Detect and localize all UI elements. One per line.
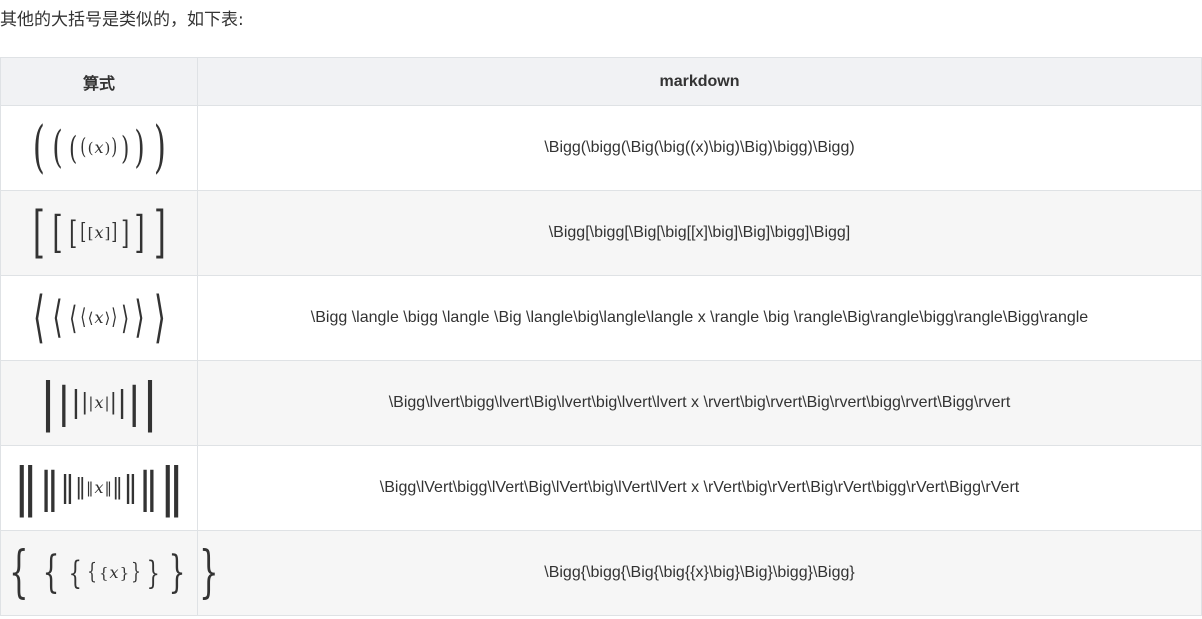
close-delimiter: ⟩ [121, 299, 130, 337]
formula-cell: ‖ ‖ ‖ ‖ ‖ x ‖ ‖ ‖ ‖ ‖ [0, 445, 198, 531]
formula-variable: x [94, 393, 104, 412]
table-row: (((((x))))) \Bigg(\bigg(\Big(\big((x)\big… [0, 105, 1202, 191]
close-delimiter: | [141, 373, 159, 433]
open-delimiter: ( [52, 122, 64, 173]
intro-text: 其他的大括号是类似的，如下表: [0, 10, 244, 30]
formula-cell: {{{{{x}}}}} [0, 530, 219, 616]
open-delimiter: ( [80, 135, 87, 160]
table-row: {{{{{x}}}}} \Bigg{\bigg{\Big{\big{{x}\big… [0, 530, 1202, 616]
markdown-cell: \Bigg[\bigg[\Big[\big[[x]\big]\Big]\bigg… [197, 190, 1202, 276]
close-delimiter: ⟩ [104, 308, 111, 327]
close-delimiter: ⟩ [134, 292, 146, 343]
open-delimiter: | [81, 390, 89, 415]
markdown-cell: \Bigg(\bigg(\Big(\big((x)\big)\Big)\bigg… [197, 105, 1202, 191]
open-delimiter: { [87, 560, 97, 585]
formula-variable: x [94, 478, 104, 497]
open-delimiter: ⟨ [52, 292, 64, 343]
open-delimiter: ‖ [38, 463, 60, 512]
open-delimiter: ( [32, 115, 45, 180]
open-delimiter: ‖ [12, 458, 39, 518]
open-delimiter: [ [87, 223, 94, 242]
close-delimiter: ) [104, 138, 111, 157]
close-delimiter: ] [134, 207, 146, 258]
formula-render: [[[[[x]]]]] [28, 205, 171, 261]
markdown-cell: \Bigg{\bigg{\Big{\big{{x}\big}\Big}\bigg… [197, 530, 1202, 616]
open-delimiter: | [56, 378, 71, 427]
close-delimiter: } [146, 554, 160, 592]
open-delimiter: | [70, 385, 81, 420]
formula-variable: x [94, 138, 104, 157]
open-delimiter: | [88, 393, 94, 412]
open-delimiter: ⟨ [80, 305, 87, 330]
close-delimiter: } [199, 540, 220, 605]
open-delimiter: { [42, 547, 60, 598]
markdown-cell: \Bigg\lVert\bigg\lVert\Big\lVert\big\lVe… [197, 445, 1202, 531]
formula-cell: | | | | | x | | | | | [0, 360, 198, 446]
open-delimiter: ⟨ [87, 308, 94, 327]
open-delimiter: [ [52, 207, 64, 258]
formula-cell: (((((x))))) [0, 105, 198, 191]
open-delimiter: [ [32, 200, 45, 265]
close-delimiter: ‖ [123, 470, 139, 505]
open-delimiter: { [99, 563, 109, 582]
header-formula: 算式 [0, 57, 198, 106]
close-delimiter: ] [121, 214, 130, 252]
markdown-cell: \Bigg \langle \bigg \langle \Big \langle… [197, 275, 1202, 361]
open-delimiter: | [39, 373, 57, 433]
open-delimiter: ‖ [74, 475, 86, 500]
close-delimiter: } [119, 563, 130, 582]
close-delimiter: | [109, 390, 117, 415]
delimiter-table: 算式 markdown (((((x))))) \Bigg(\bigg(\Big(… [0, 57, 1202, 616]
close-delimiter: ⟩ [111, 305, 118, 330]
open-delimiter: { [68, 554, 82, 592]
open-delimiter: [ [68, 214, 77, 252]
formula-variable: x [94, 308, 104, 327]
table-header-row: 算式 markdown [0, 57, 1202, 106]
open-delimiter: ⟨ [32, 285, 45, 350]
markdown-cell: \Bigg\lvert\bigg\lvert\Big\lvert\big\lve… [197, 360, 1202, 446]
open-delimiter: ‖ [59, 470, 75, 505]
close-delimiter: ] [153, 200, 166, 265]
header-markdown: markdown [197, 57, 1202, 106]
formula-variable: x [94, 223, 104, 242]
formula-cell: ⟨ ⟨ ⟨ ⟨ ⟨ x ⟩ ⟩ ⟩ ⟩ ⟩ [0, 275, 198, 361]
close-delimiter: } [169, 547, 186, 598]
formula-render: ⟨ ⟨ ⟨ ⟨ ⟨ x ⟩ ⟩ ⟩ ⟩ ⟩ [28, 290, 171, 346]
close-delimiter: | [117, 385, 128, 420]
formula-variable: x [109, 563, 119, 582]
table-row: ⟨ ⟨ ⟨ ⟨ ⟨ x ⟩ ⟩ ⟩ ⟩ ⟩ \Bigg \langle \bigg \langle \… [0, 275, 1202, 361]
close-delimiter: ) [121, 129, 130, 167]
table-row: | | | | | x | | | | | \Bigg\lvert\bigg\lvert\Big\lv… [0, 360, 1202, 446]
close-delimiter: ‖ [112, 475, 124, 500]
close-delimiter: ⟩ [153, 285, 166, 350]
close-delimiter: ‖ [159, 458, 186, 518]
close-delimiter: ] [104, 223, 111, 242]
close-delimiter: ‖ [104, 478, 113, 497]
close-delimiter: ] [111, 220, 118, 245]
close-delimiter: ) [111, 135, 118, 160]
open-delimiter: [ [80, 220, 87, 245]
formula-render: ‖ ‖ ‖ ‖ ‖ x ‖ ‖ ‖ ‖ ‖ [13, 462, 185, 514]
formula-render: {{{{{x}}}}} [1, 545, 227, 601]
formula-render: | | | | | x | | | | | [39, 377, 159, 429]
open-delimiter: ( [87, 138, 94, 157]
close-delimiter: } [131, 560, 142, 585]
open-delimiter: ( [68, 129, 77, 167]
close-delimiter: ) [134, 122, 146, 173]
open-delimiter: { [9, 540, 29, 605]
open-delimiter: ‖ [85, 478, 94, 497]
table-row: [[[[[x]]]]] \Bigg[\bigg[\Big[\big[[x]\big… [0, 190, 1202, 276]
formula-render: (((((x))))) [28, 120, 171, 176]
close-delimiter: ) [153, 115, 166, 180]
formula-cell: [[[[[x]]]]] [0, 190, 198, 276]
table-row: ‖ ‖ ‖ ‖ ‖ x ‖ ‖ ‖ ‖ ‖ \Bigg\lVert\bigg\lVert\Big\lV… [0, 445, 1202, 531]
close-delimiter: ‖ [138, 463, 160, 512]
open-delimiter: ⟨ [68, 299, 77, 337]
close-delimiter: | [127, 378, 142, 427]
